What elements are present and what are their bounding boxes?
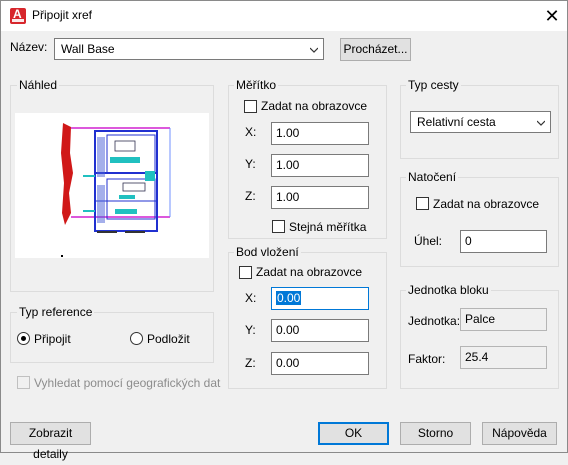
browse-button[interactable]: Procházet...: [340, 38, 411, 61]
name-value: Wall Base: [61, 42, 115, 56]
help-button[interactable]: Nápověda: [482, 422, 557, 445]
window-title: Připojit xref: [32, 8, 93, 22]
rotation-title: Natočení: [406, 170, 459, 184]
cancel-button[interactable]: Storno: [400, 422, 471, 445]
show-details-button[interactable]: Zobrazit detaily: [10, 422, 91, 461]
factor-label: Faktor:: [408, 352, 446, 366]
attach-radio[interactable]: [17, 332, 30, 345]
insertion-x-label: X:: [245, 291, 257, 305]
chevron-down-icon: [310, 47, 318, 53]
scale-x-input[interactable]: 1.00: [271, 122, 369, 145]
name-dropdown[interactable]: Wall Base: [54, 38, 324, 60]
insertion-on-screen-checkbox[interactable]: [239, 266, 252, 279]
scale-y-input[interactable]: 1.00: [271, 154, 369, 177]
uniform-scale-checkbox[interactable]: [272, 220, 285, 233]
insertion-x-value: 0.00: [276, 291, 302, 305]
insertion-y-label: Y:: [245, 323, 256, 337]
scale-on-screen-checkbox[interactable]: [244, 100, 257, 113]
angle-label: Úhel:: [414, 234, 443, 248]
preview-title: Náhled: [17, 78, 60, 92]
attach-xref-dialog: Připojit xref ✕ Název: Wall Base Procház…: [0, 0, 568, 461]
unit-label: Jednotka:: [408, 314, 461, 328]
overlay-radio[interactable]: [130, 332, 143, 345]
rotation-on-screen-label[interactable]: Zadat na obrazovce: [433, 197, 539, 211]
scale-z-label: Z:: [245, 189, 256, 203]
ok-button[interactable]: OK: [318, 422, 389, 445]
scale-title: Měřítko: [234, 78, 279, 92]
path-type-value: Relativní cesta: [417, 115, 496, 129]
block-unit-title: Jednotka bloku: [406, 283, 491, 297]
title-bar: Připojit xref ✕: [1, 1, 567, 31]
insertion-z-label: Z:: [245, 356, 256, 370]
rotation-group: [400, 177, 559, 267]
scale-on-screen-label[interactable]: Zadat na obrazovce: [261, 99, 367, 113]
uniform-scale-label[interactable]: Stejná měřítka: [289, 220, 366, 234]
insertion-point-title: Bod vložení: [234, 245, 301, 259]
block-unit-group: [400, 290, 559, 389]
preview-image: [15, 113, 209, 258]
geo-data-label: Vyhledat pomocí geografických dat: [34, 376, 221, 390]
reference-type-title: Typ reference: [17, 305, 95, 319]
path-type-dropdown[interactable]: Relativní cesta: [410, 111, 551, 133]
scale-y-label: Y:: [245, 157, 256, 171]
unit-value: Palce: [460, 308, 547, 331]
name-label: Název:: [10, 40, 48, 54]
insertion-on-screen-label[interactable]: Zadat na obrazovce: [256, 265, 362, 279]
overlay-label[interactable]: Podložit: [147, 332, 190, 346]
scale-x-label: X:: [245, 125, 257, 139]
angle-input[interactable]: 0: [460, 230, 547, 253]
chevron-down-icon: [537, 120, 545, 126]
factor-value: 25.4: [460, 346, 547, 369]
geo-data-checkbox[interactable]: [17, 376, 30, 389]
floor-plan-thumbnail: [61, 123, 171, 257]
insertion-z-input[interactable]: 0.00: [271, 352, 369, 375]
insertion-y-input[interactable]: 0.00: [271, 319, 369, 342]
autocad-logo-icon: [10, 7, 26, 24]
path-type-title: Typ cesty: [406, 78, 461, 92]
rotation-on-screen-checkbox[interactable]: [416, 197, 429, 210]
close-button[interactable]: ✕: [541, 5, 563, 27]
attach-label[interactable]: Připojit: [34, 332, 71, 346]
insertion-x-input[interactable]: 0.00: [271, 287, 369, 310]
scale-z-input[interactable]: 1.00: [271, 186, 369, 209]
